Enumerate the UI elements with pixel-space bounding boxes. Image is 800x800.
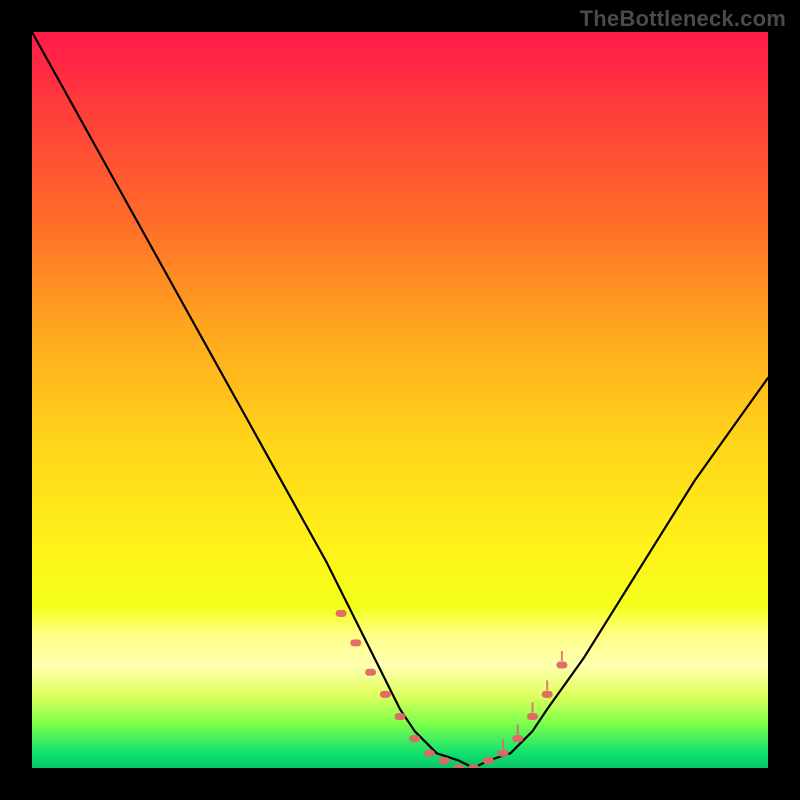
optimal-marker [512, 735, 523, 742]
optimal-markers [336, 610, 568, 768]
watermark-text: TheBottleneck.com [580, 6, 786, 32]
plot-area [32, 32, 768, 768]
chart-svg [32, 32, 768, 768]
optimal-marker-tick [532, 703, 534, 713]
optimal-marker-tick [502, 739, 504, 749]
optimal-marker [380, 691, 391, 698]
optimal-marker-tick [561, 651, 563, 661]
optimal-marker [498, 750, 509, 757]
optimal-marker-tick [517, 725, 519, 735]
optimal-marker [365, 669, 376, 676]
optimal-marker [350, 639, 361, 646]
chart-frame: TheBottleneck.com [0, 0, 800, 800]
optimal-marker [336, 610, 347, 617]
bottleneck-curve-path [32, 32, 768, 768]
optimal-marker [453, 765, 464, 769]
optimal-marker [395, 713, 406, 720]
optimal-marker [542, 691, 553, 698]
optimal-marker [439, 757, 450, 764]
optimal-marker [483, 757, 494, 764]
optimal-marker [527, 713, 538, 720]
bottleneck-curve [32, 32, 768, 768]
optimal-marker [424, 750, 435, 757]
optimal-marker [409, 735, 420, 742]
optimal-marker [556, 662, 567, 669]
optimal-marker-tick [546, 680, 548, 690]
